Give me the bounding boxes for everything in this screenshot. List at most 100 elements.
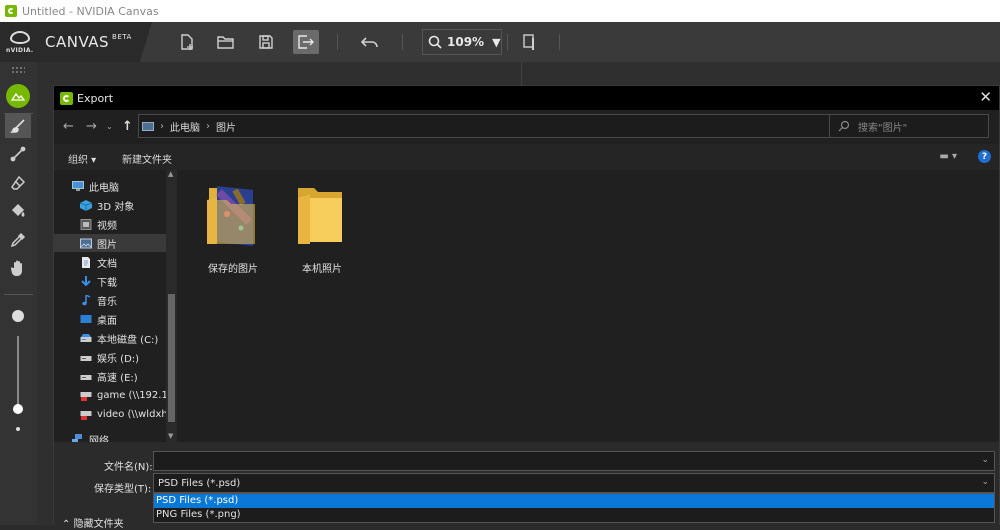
3d-objects-icon xyxy=(80,199,92,211)
brush-icon xyxy=(10,119,25,133)
undo-icon xyxy=(361,37,378,48)
zoom-value: 109% xyxy=(447,35,485,49)
search-input[interactable]: 搜索"图片" xyxy=(829,114,989,138)
view-options-icon[interactable]: ▬ ▾ xyxy=(939,151,957,162)
chevron-down-icon: ▼ xyxy=(492,35,501,49)
brush-size-slider-track[interactable] xyxy=(17,336,19,406)
video-icon xyxy=(80,218,92,230)
chevron-down-icon[interactable]: ⌄ xyxy=(981,477,989,487)
folder-item-camera-roll[interactable]: 本机照片 xyxy=(282,184,362,275)
navigation-pane: 此电脑 3D 对象 视频 图片 文档 下载 音乐 桌面 本地磁盘 (C:) 娱乐… xyxy=(54,170,177,442)
nav-item-3d-objects[interactable]: 3D 对象 xyxy=(54,196,166,214)
nav-item-label: 3D 对象 xyxy=(97,201,135,213)
scroll-up-icon[interactable]: ▲ xyxy=(168,170,173,178)
brush-size-indicator xyxy=(12,310,24,322)
back-arrow-icon[interactable]: ← xyxy=(63,119,74,134)
saved-pictures-folder-icon xyxy=(207,186,255,246)
zoom-dropdown[interactable]: 109% ▼ xyxy=(422,29,502,55)
nav-item-label: 高速 (E:) xyxy=(97,372,138,384)
filetype-label: 保存类型(T): xyxy=(94,484,152,495)
nav-item-drive-d[interactable]: 娱乐 (D:) xyxy=(54,348,166,366)
nav-item-music[interactable]: 音乐 xyxy=(54,291,166,309)
help-icon[interactable]: ? xyxy=(978,150,991,163)
eyedropper-tool-button[interactable] xyxy=(5,228,31,252)
organize-button[interactable]: 组织 ▾ xyxy=(68,151,96,166)
nav-item-videos[interactable]: 视频 xyxy=(54,215,166,233)
brush-tool-button[interactable] xyxy=(5,114,31,138)
dialog-titlebar: Export ✕ xyxy=(54,86,999,110)
export-button[interactable] xyxy=(293,30,319,54)
left-toolbar xyxy=(0,62,37,525)
network-drive-icon xyxy=(80,391,92,401)
scroll-down-icon[interactable]: ▼ xyxy=(168,432,173,440)
filetype-option-png[interactable]: PNG Files (*.png) xyxy=(154,508,994,522)
breadcrumb-separator: › xyxy=(206,120,210,132)
canvas-divider xyxy=(521,62,522,86)
drive-icon xyxy=(80,333,92,342)
filetype-option-psd[interactable]: PSD Files (*.psd) xyxy=(154,494,994,508)
new-file-button[interactable] xyxy=(174,30,200,54)
recent-locations-chevron-icon[interactable]: ⌄ xyxy=(106,122,113,131)
close-icon[interactable]: ✕ xyxy=(979,88,992,106)
navigation-scrollbar[interactable]: ▲ ▼ xyxy=(166,170,177,442)
filename-input[interactable]: ⌄ xyxy=(153,451,995,471)
brush-size-slider-knob[interactable] xyxy=(13,404,23,414)
breadcrumb-separator: › xyxy=(160,120,164,132)
toolbar-separator xyxy=(402,34,403,50)
nav-item-this-pc[interactable]: 此电脑 xyxy=(54,177,166,195)
folder-item-saved-pictures[interactable]: 保存的图片 xyxy=(193,184,273,275)
brush-size-min-indicator xyxy=(16,427,20,431)
fill-tool-button[interactable] xyxy=(5,199,31,223)
material-tool-button[interactable] xyxy=(6,84,30,108)
folder-label: 本机照片 xyxy=(302,264,342,275)
breadcrumb-this-pc[interactable]: 此电脑 xyxy=(170,119,200,134)
new-folder-button[interactable]: 新建文件夹 xyxy=(122,151,172,166)
toolbar-separator xyxy=(507,34,508,50)
nav-item-downloads[interactable]: 下载 xyxy=(54,272,166,290)
pictures-icon xyxy=(80,238,92,248)
breadcrumb-pictures[interactable]: 图片 xyxy=(216,119,236,134)
window-title: Untitled - NVIDIA Canvas xyxy=(22,4,159,18)
nav-item-drive-e[interactable]: 高速 (E:) xyxy=(54,367,166,385)
pc-icon xyxy=(72,180,84,191)
export-dialog: Export ✕ ← → ⌄ ↑ › 此电脑 › 图片 ⌄ ↻ 搜索"图片" 组… xyxy=(53,85,1000,530)
scrollbar-thumb[interactable] xyxy=(168,294,175,422)
panel-toggle-button[interactable] xyxy=(517,30,543,54)
search-placeholder: 搜索"图片" xyxy=(858,122,908,134)
drag-handle-icon[interactable] xyxy=(11,66,25,74)
nav-item-network[interactable]: 网络 xyxy=(54,430,166,442)
address-bar[interactable]: › 此电脑 › 图片 ⌄ ↻ xyxy=(138,114,874,138)
hide-folders-toggle[interactable]: ⌃ 隐藏文件夹 xyxy=(62,515,124,530)
filetype-select[interactable]: PSD Files (*.psd) ⌄ xyxy=(153,473,995,493)
nav-item-network-drive-video[interactable]: video (\\wldxh) xyxy=(54,405,166,423)
music-icon xyxy=(82,294,91,305)
nav-item-pictures[interactable]: 图片 xyxy=(54,234,166,252)
nav-item-drive-c[interactable]: 本地磁盘 (C:) xyxy=(54,329,166,347)
network-icon xyxy=(72,433,82,442)
dialog-title: Export xyxy=(77,91,114,105)
nav-item-label: 桌面 xyxy=(97,315,117,327)
save-button[interactable] xyxy=(253,30,279,54)
nav-item-label: video (\\wldxh) xyxy=(97,408,166,420)
open-folder-button[interactable] xyxy=(213,30,239,54)
pan-tool-button[interactable] xyxy=(5,256,31,280)
documents-icon xyxy=(82,256,90,268)
chevron-down-icon[interactable]: ⌄ xyxy=(981,455,989,465)
folder-open-icon xyxy=(217,36,234,49)
nav-item-label: 视频 xyxy=(97,220,117,232)
undo-button[interactable] xyxy=(357,30,383,54)
line-tool-button[interactable] xyxy=(5,142,31,166)
eraser-tool-button[interactable] xyxy=(5,171,31,195)
toolbar-separator xyxy=(337,34,338,50)
save-options-panel: 文件名(N): ⌄ 保存类型(T): PSD Files (*.psd) ⌄ P… xyxy=(54,442,999,530)
toolbar-separator xyxy=(559,34,560,50)
up-arrow-icon[interactable]: ↑ xyxy=(122,119,133,134)
nav-item-desktop[interactable]: 桌面 xyxy=(54,310,166,328)
nav-item-label: 音乐 xyxy=(97,296,117,308)
drive-icon xyxy=(80,374,92,380)
nav-item-network-drive-game[interactable]: game (\\192.16 xyxy=(54,386,166,404)
nav-item-documents[interactable]: 文档 xyxy=(54,253,166,271)
nav-item-label: 下载 xyxy=(97,277,117,289)
app-name-text: CANVAS xyxy=(45,33,110,51)
forward-arrow-icon[interactable]: → xyxy=(86,119,97,134)
